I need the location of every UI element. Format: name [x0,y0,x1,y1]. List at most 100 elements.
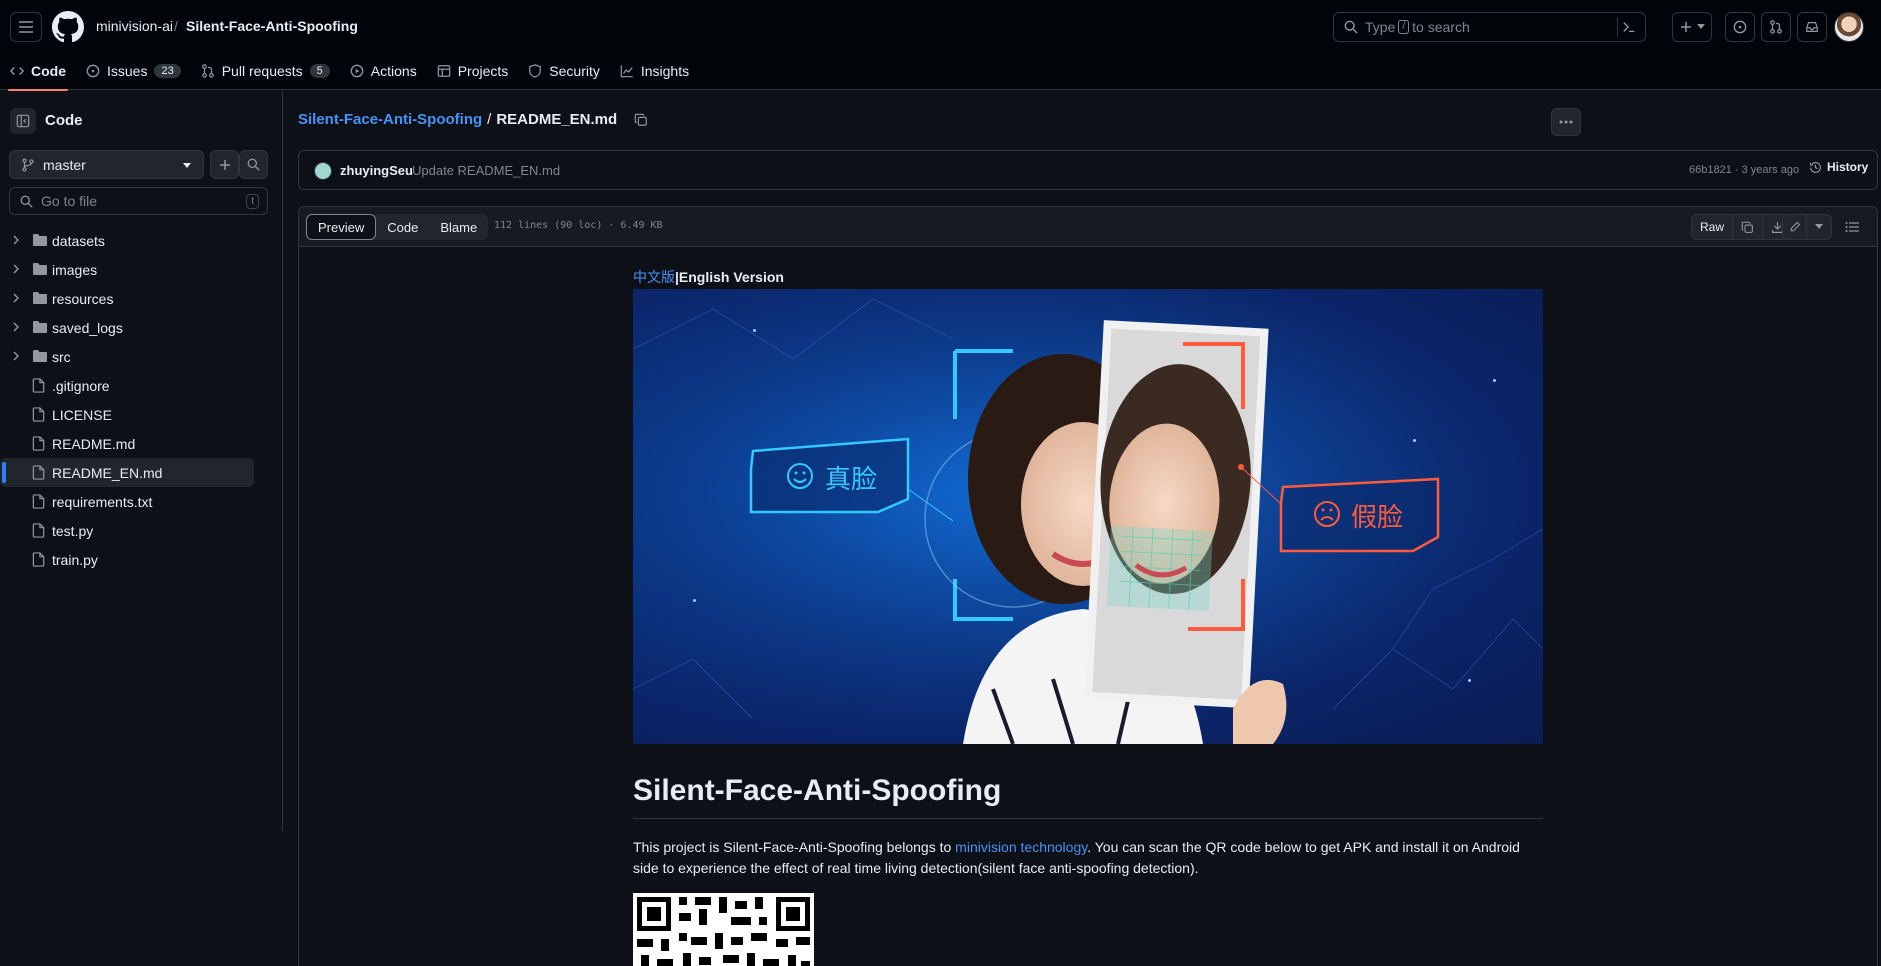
breadcrumb-owner[interactable]: minivision-ai [96,18,173,34]
chinese-version-link[interactable]: 中文版 [633,269,675,285]
user-avatar[interactable] [1834,12,1864,42]
tree-item-readme[interactable]: README.md [0,429,283,458]
tree-item-images[interactable]: images [0,255,283,284]
tree-item-requirements[interactable]: requirements.txt [0,487,283,516]
code-tab[interactable]: Code [376,214,429,240]
hamburger-icon [18,19,34,35]
star-dot [693,599,696,602]
path-repo-link[interactable]: Silent-Face-Anti-Spoofing [298,111,482,128]
plus-icon [1680,21,1692,33]
tree-item-saved-logs[interactable]: saved_logs [0,313,283,342]
folder-icon [32,320,48,334]
search-icon [1344,20,1358,34]
go-to-file-input[interactable]: Go to file t [9,187,268,215]
tab-actions[interactable]: Actions [340,56,427,86]
commit-message[interactable]: Update README_EN.md [412,163,560,178]
readme-title: Silent-Face-Anti-Spoofing [633,774,1543,819]
tree-item-label: src [52,349,71,365]
tab-issues[interactable]: Issues 23 [76,56,191,86]
folder-icon [32,233,48,247]
tree-item-train-py[interactable]: train.py [0,545,283,574]
tree-item-license[interactable]: LICENSE [0,400,283,429]
menu-button[interactable] [10,12,42,42]
tree-item-label: datasets [52,233,105,249]
search-input[interactable]: Type / to search [1333,12,1646,42]
tab-insights[interactable]: Insights [610,56,699,86]
latest-commit-bar: zhuyingSeu Update README_EN.md 66b1821 ·… [298,150,1878,190]
edit-file-button[interactable] [1783,215,1807,239]
command-palette-button[interactable] [1617,17,1639,37]
tree-item-src[interactable]: src [0,342,283,371]
file-icon [32,407,46,422]
file-tree-sidebar: Code master Go to file t datasets images… [0,91,283,831]
tab-pull-requests[interactable]: Pull requests 5 [191,56,340,86]
play-icon [350,64,364,78]
blame-tab[interactable]: Blame [429,214,488,240]
file-icon [32,552,46,567]
tree-item-label: images [52,262,98,278]
copy-path-icon[interactable] [634,113,648,127]
chevron-right-icon[interactable] [12,235,20,245]
issues-button[interactable] [1725,12,1755,42]
chevron-right-icon[interactable] [12,293,20,303]
history-label: History [1827,160,1869,174]
star-dot [1493,379,1496,382]
preview-tab[interactable]: Preview [306,214,377,240]
file-icon [32,378,46,393]
qr-code-image [633,893,814,966]
list-unordered-icon [1845,221,1859,233]
file-icon [32,494,46,509]
edit-options-button[interactable] [1807,215,1831,239]
code-icon [10,64,24,78]
minivision-technology-link[interactable]: minivision technology [955,839,1087,855]
more-options-button[interactable] [1551,108,1581,136]
search-icon [247,158,260,171]
search-files-button[interactable] [239,150,268,179]
breadcrumb-repo[interactable]: Silent-Face-Anti-Spoofing [186,18,358,34]
tab-security[interactable]: Security [518,56,610,86]
pull-requests-button[interactable] [1761,12,1791,42]
chevron-right-icon[interactable] [12,351,20,361]
commit-author[interactable]: zhuyingSeu [340,163,413,178]
breadcrumb-separator: / [174,18,178,34]
shield-icon [528,64,542,78]
inbox-icon [1805,20,1819,34]
search-icon [20,195,33,208]
outline-button[interactable] [1840,215,1864,239]
history-button[interactable]: History [1809,160,1868,174]
tree-item-test-py[interactable]: test.py [0,516,283,545]
file-tree: datasets images resources saved_logs src… [0,226,283,574]
branch-selector[interactable]: master [9,150,204,179]
chevron-right-icon[interactable] [12,322,20,332]
tree-item-resources[interactable]: resources [0,284,283,313]
tab-code[interactable]: Code [0,56,76,91]
tree-item-datasets[interactable]: datasets [0,226,283,255]
git-branch-icon [21,157,35,172]
top-header: minivision-ai / Silent-Face-Anti-Spoofin… [0,0,1881,91]
inbox-button[interactable] [1797,12,1827,42]
chevron-right-icon[interactable] [12,264,20,274]
tree-item-readme-en[interactable]: README_EN.md [0,458,254,487]
tree-item-label: .gitignore [52,378,110,394]
raw-button[interactable]: Raw [1692,215,1734,239]
star-dot [753,329,756,332]
search-suffix: to search [1412,19,1470,35]
pull-request-icon [201,64,215,78]
terminal-icon [1622,20,1636,34]
tab-projects[interactable]: Projects [427,56,519,86]
fake-face-label: 假脸 [1351,503,1404,533]
create-new-button[interactable] [1672,12,1712,42]
collapse-sidebar-button[interactable] [10,108,36,134]
plus-icon [219,159,231,171]
add-file-button[interactable] [210,150,239,179]
copy-raw-button[interactable] [1733,215,1764,239]
commit-author-avatar[interactable] [314,162,332,180]
issues-count-badge: 23 [154,64,181,78]
hero-image[interactable]: 真脸 假脸 [633,289,1543,744]
commit-sha-time[interactable]: 66b1821 · 3 years ago [1689,164,1799,176]
github-logo-icon[interactable] [52,11,84,43]
tree-item-gitignore[interactable]: .gitignore [0,371,283,400]
view-mode-tabs: Preview Code Blame [306,214,489,240]
folder-icon [32,291,48,305]
copy-icon [1741,221,1754,234]
